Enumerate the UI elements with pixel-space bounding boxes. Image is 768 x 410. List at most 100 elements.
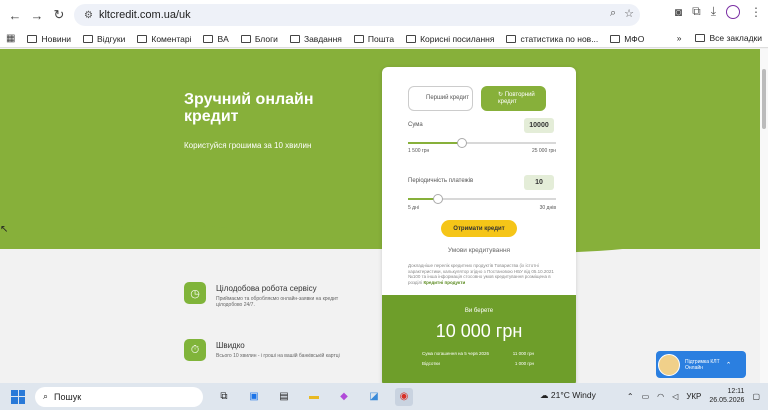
stopwatch-icon: ⏱ [184,339,206,361]
reload-icon[interactable]: ↻ [48,4,70,26]
browser-toolbar: ← → ↻ ⚙ kltcredit.com.ua/uk ⌕ ☆ ◙ ⧉ ⤓ ⋮ [0,0,768,30]
folder-icon [610,34,621,43]
bookmark-5[interactable]: Завдання [289,34,342,44]
forward-icon[interactable]: → [26,4,48,26]
summary-amount: 10 000 грн [435,321,523,341]
support-title: Підтримка КЛТ [685,358,720,365]
back-icon[interactable]: ← [4,4,26,26]
explorer-icon[interactable]: ▬ [305,388,323,406]
credit-products-link[interactable]: Кредитні продукти [423,280,465,285]
you-take-label: Ви берете [464,308,494,314]
bookmark-0[interactable]: Новини [27,34,71,44]
site-info-icon[interactable]: ⚙ [84,10,93,21]
apps-icon[interactable]: ▦ [6,33,15,44]
amount-slider-handle[interactable] [457,138,468,148]
amount-min: 1 500 грн [408,148,430,154]
period-min: 5 дні [408,205,419,211]
mouse-cursor-icon: ↖ [0,224,9,235]
folder-icon [506,34,517,43]
url-text[interactable]: kltcredit.com.ua/uk [99,9,191,21]
feature-title: Швидко [216,341,245,350]
repay-label: Сума погашення на 5 черв 2026 [422,351,490,356]
support-avatar [658,353,680,376]
bookmark-8[interactable]: статистика по нов... [506,34,598,44]
extensions-icon[interactable]: ⧉ [692,4,701,19]
period-value[interactable]: 10 [524,175,554,190]
windows-start-icon[interactable] [11,389,25,404]
folder-icon [240,34,251,43]
amount-slider[interactable] [408,138,556,148]
tab-repeat-credit[interactable]: ↻ Повторний кредит [481,86,546,111]
store-icon[interactable]: ▣ [245,388,263,406]
star-icon[interactable]: ☆ [624,7,634,20]
terms-link[interactable]: Умови кредитування [382,247,576,254]
bookmark-3[interactable]: BA [203,34,229,44]
bookmark-6[interactable]: Пошта [353,34,394,44]
clock[interactable]: 12:11 26.05.2026 [709,387,744,405]
folder-icon [137,34,148,43]
camera-icon[interactable]: ◙ [675,5,682,19]
calculator-icon[interactable]: ▤ [275,388,293,406]
bookmark-7[interactable]: Корисні посилання [406,34,494,44]
all-bookmarks[interactable]: Все закладки [709,33,762,43]
folder-icon [695,34,706,42]
feature-desc: Всього 10 хвилин - і гроші на вашій банк… [216,353,340,359]
repay-value: 11 000 грн [512,351,534,356]
feature-desc: Приймаємо та обробляємо онлайн-заявки на… [216,296,339,308]
language-indicator[interactable]: УКР [686,392,701,401]
amount-value[interactable]: 10000 [524,118,554,133]
folder-icon [83,34,94,43]
page-scrollbar[interactable] [760,49,768,383]
hero-title: Зручний онлайн кредит [184,91,314,125]
zoom-icon[interactable]: ⌕ [610,7,616,20]
chevron-right-icon[interactable]: » [677,33,682,43]
feature-24-7: ◷ Цілодобова робота сервісу Приймаємо та… [184,282,346,308]
chrome-icon[interactable]: ◉ [395,387,413,406]
weather-widget[interactable]: ☁ 21°C Windy [540,390,596,401]
clock-icon: ◷ [184,282,206,304]
feature-fast: ⏱ Швидко Всього 10 хвилин - і гроші на в… [184,339,346,361]
interest-label: Відсотки [422,361,440,366]
bookmark-4[interactable]: Блоги [240,34,278,44]
web-page: Зручний онлайн кредит Користуйся грошима… [0,49,768,383]
folder-icon [406,34,417,43]
battery-icon[interactable]: ▭ [642,392,650,401]
download-icon[interactable]: ⤓ [711,4,716,19]
address-bar[interactable]: ⚙ kltcredit.com.ua/uk ⌕ ☆ [74,4,640,26]
scrollbar-thumb[interactable] [762,69,766,129]
task-view-icon[interactable]: ⧉ [215,388,233,406]
period-slider[interactable] [408,194,556,204]
bookmark-2[interactable]: Коментарі [137,34,191,44]
bookmark-9[interactable]: МФО [610,34,644,44]
copilot-icon[interactable]: ◆ [335,388,353,406]
chevron-up-icon[interactable]: ⌃ [726,361,732,369]
period-slider-handle[interactable] [432,194,443,204]
folder-icon [353,34,364,43]
summary-panel: Ви берете 10 000 грн Сума погашення на 5… [382,295,576,383]
menu-icon[interactable]: ⋮ [750,5,762,19]
feature-title: Цілодобова робота сервісу [216,284,317,293]
loan-calculator: Перший кредит ↻ Повторний кредит Сума 10… [382,67,576,383]
bookmarks-bar: ▦ Новини Відгуки Коментарі BA Блоги Завд… [0,30,768,48]
profile-avatar[interactable] [726,4,740,19]
support-chat-widget[interactable]: Підтримка КЛТ Онлайн ⌃ [656,351,746,378]
support-status: Онлайн [685,364,703,371]
interest-value: 1 000 грн [514,361,534,366]
folder-icon [203,34,214,43]
notifications-icon[interactable]: ▢ [752,392,760,401]
taskbar-search[interactable]: ⌕ Пошук [35,386,203,407]
period-label: Періодичність платежів [408,178,474,184]
volume-icon[interactable]: ◁ [672,392,678,401]
tray-chevron-icon[interactable]: ⌃ [627,392,634,401]
amount-slider-fill [408,142,463,144]
period-max: 30 днів [539,205,556,211]
folder-icon [27,34,38,43]
wifi-icon[interactable]: ◠ [657,392,664,401]
notes-icon[interactable]: ◪ [365,388,383,406]
amount-max: 25 000 грн [531,148,556,154]
get-credit-button[interactable]: Отримати кредит [441,220,517,237]
tab-first-credit[interactable]: Перший кредит [408,86,473,111]
folder-icon [289,34,300,43]
bookmark-1[interactable]: Відгуки [83,34,125,44]
amount-label: Сума [408,122,423,128]
